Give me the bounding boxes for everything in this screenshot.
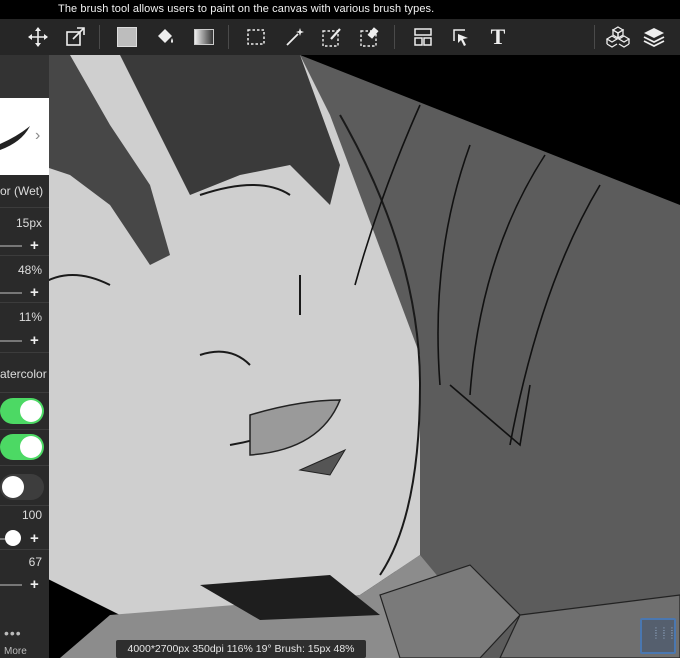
option-toggle-2[interactable] <box>0 434 44 460</box>
panel-header <box>0 55 49 98</box>
select-layer-icon[interactable] <box>446 22 476 52</box>
next-brush-icon[interactable]: › <box>35 127 40 145</box>
option-toggle-1[interactable] <box>0 398 44 424</box>
more-label: More <box>4 646 27 657</box>
text-tool-label: T <box>490 24 506 49</box>
brush-size-slider[interactable] <box>0 245 22 247</box>
more-button[interactable]: ••• More <box>0 613 49 658</box>
fill-color-swatch[interactable] <box>112 22 142 52</box>
tool-tooltip: The brush tool allows users to paint on … <box>0 0 680 19</box>
brush-opacity-value: 48% <box>17 263 42 277</box>
more-dots-icon: ••• <box>4 625 22 641</box>
brush-opacity-slider[interactable] <box>0 292 22 294</box>
brush-preview[interactable] <box>0 98 49 175</box>
brush-opacity-plus-button[interactable]: + <box>30 284 39 301</box>
layers-icon[interactable] <box>639 22 669 52</box>
select-eraser-icon[interactable] <box>355 22 385 52</box>
brush-density-slider[interactable] <box>0 340 22 342</box>
layout-icon[interactable] <box>408 22 438 52</box>
grid-dots-icon: ⋮⋮⋮ ⋮⋮⋮ <box>652 626 676 640</box>
setting-value-a: 100 <box>21 508 42 522</box>
paint-bucket-icon[interactable] <box>150 22 180 52</box>
gradient-icon[interactable] <box>189 22 219 52</box>
brush-density-plus-button[interactable]: + <box>30 332 39 349</box>
option-toggle-3[interactable] <box>0 474 44 500</box>
setting-b-slider[interactable] <box>0 584 22 586</box>
brush-density-value: 11% <box>18 310 42 324</box>
drawing-canvas[interactable] <box>0 55 680 658</box>
setting-value-b: 67 <box>28 555 42 569</box>
setting-b-plus-button[interactable]: + <box>30 576 39 593</box>
canvas-grid-handle[interactable]: ⋮⋮⋮ ⋮⋮⋮ <box>640 618 676 654</box>
canvas-status-bar: 4000*2700px 350dpi 116% 19° Brush: 15px … <box>116 640 366 658</box>
3d-material-icon[interactable] <box>603 22 633 52</box>
move-icon[interactable] <box>23 22 53 52</box>
brush-size-plus-button[interactable]: + <box>30 237 39 254</box>
select-pen-icon[interactable] <box>317 22 347 52</box>
brush-name[interactable]: or (Wet) <box>0 180 49 202</box>
rectangle-select-icon[interactable] <box>241 22 271 52</box>
top-toolbar: T <box>0 19 680 55</box>
transform-icon[interactable] <box>60 22 90 52</box>
text-icon[interactable]: T <box>483 22 513 52</box>
brush-size-value: 15px <box>15 216 42 230</box>
setting-a-slider-knob[interactable] <box>5 530 21 546</box>
setting-a-plus-button[interactable]: + <box>30 530 39 547</box>
magic-wand-icon[interactable] <box>280 22 310 52</box>
blend-mode-select[interactable]: atercolor <box>0 367 49 381</box>
brush-settings-panel: › or (Wet) 15px + 48% + 11% + atercolor … <box>0 55 49 658</box>
